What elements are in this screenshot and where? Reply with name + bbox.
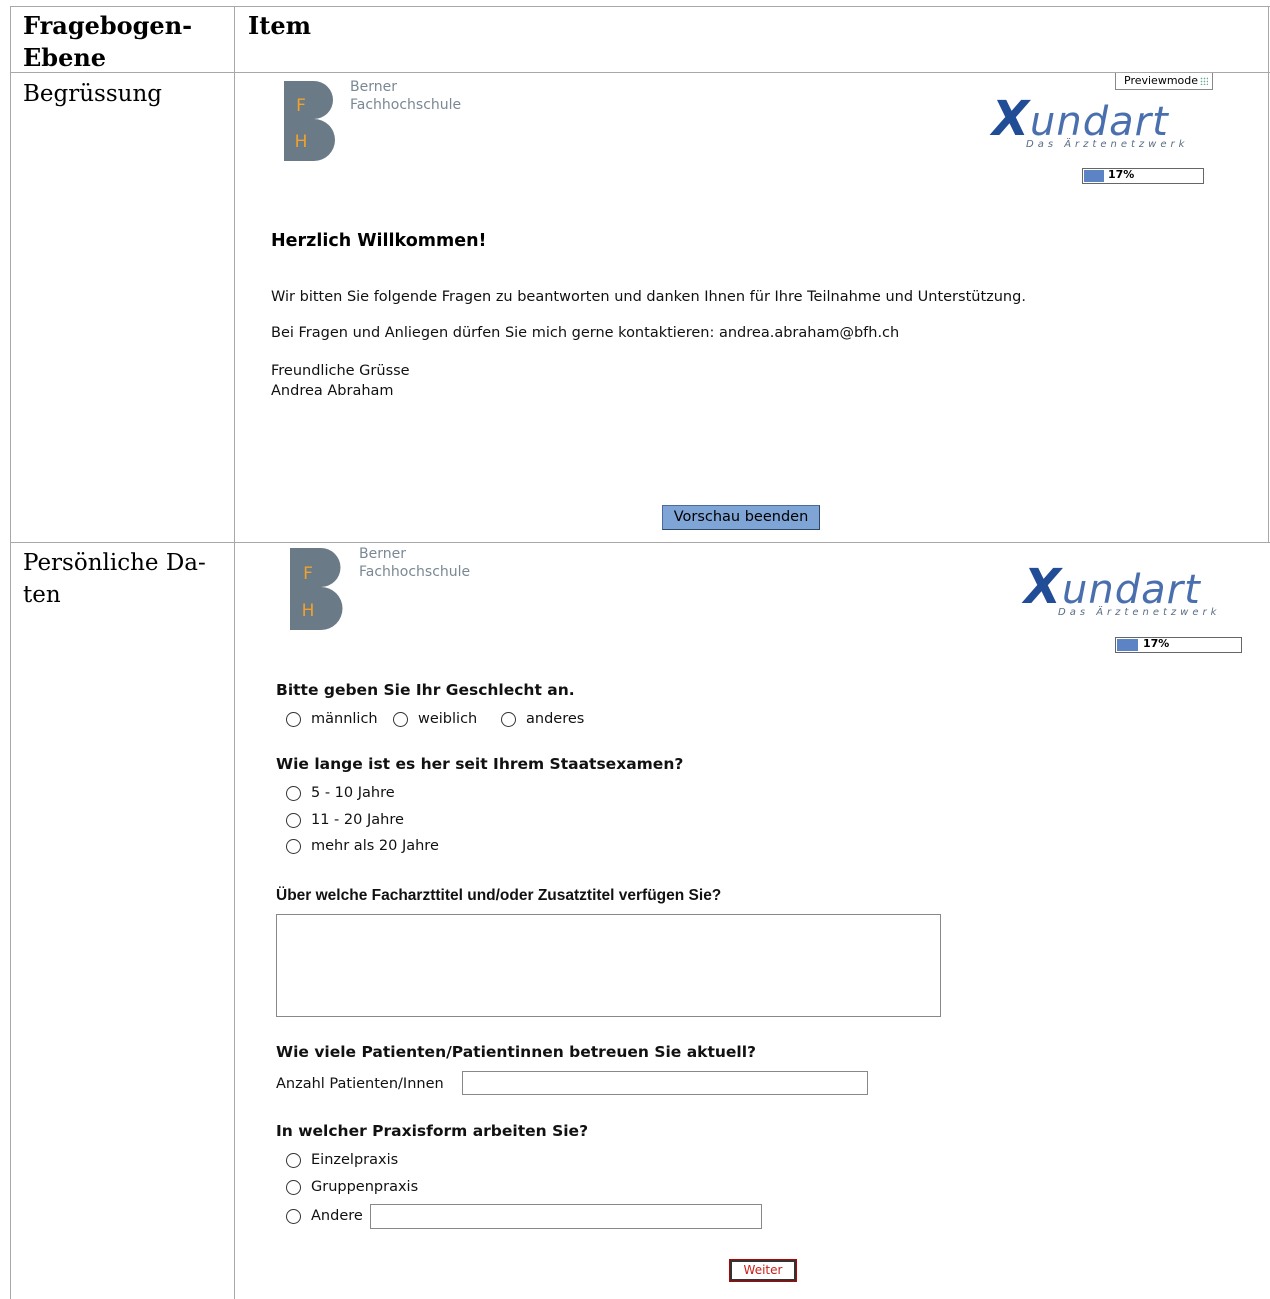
question-titles: Über welche Facharzttitel und/oder Zusat… [276,887,722,904]
welcome-title: Herzlich Willkommen! [271,231,487,251]
option-label: Andere [311,1208,363,1224]
radio-other-practice[interactable] [286,1209,301,1224]
option-label: 11 - 20 Jahre [311,812,404,828]
end-preview-button[interactable]: Vorschau beenden [662,505,820,530]
bfh-logo-text: Berner Fachhochschule [350,79,462,113]
bfh-logo-text: Berner Fachhochschule [359,546,471,580]
header-level: Fragebogen- Ebene [23,11,193,72]
table-left-border [10,6,11,1299]
option-label: Gruppenpraxis [311,1179,419,1195]
svg-text:H: H [295,132,308,152]
welcome-paragraph-2: Bei Fragen und Anliegen dürfen Sie mich … [271,325,900,341]
table-right-border [1268,6,1269,542]
bfh-logo-icon: F H [284,81,335,161]
header-item: Item [248,11,311,40]
question-exam: Wie lange ist es her seit Ihrem Staatsex… [276,755,684,773]
table-row-divider [10,542,1270,543]
row-label-personal: Persönliche Da- ten [23,550,206,608]
welcome-paragraph-1: Wir bitten Sie folgende Fragen zu beantw… [271,289,1026,305]
option-label: 5 - 10 Jahre [311,785,395,801]
welcome-greeting: Freundliche Grüsse [271,363,410,379]
table-top-border [10,6,1270,7]
question-patients: Wie viele Patienten/Patientinnen betreue… [276,1043,757,1061]
table-column-divider [234,6,235,1299]
option-label: männlich [311,711,378,727]
svg-text:H: H [302,601,315,621]
option-label: anderes [526,711,585,727]
option-label: Einzelpraxis [311,1152,399,1168]
svg-text:F: F [303,564,313,584]
patients-input[interactable] [462,1071,868,1095]
radio-male[interactable] [286,712,301,727]
radio-exam-1[interactable] [286,786,301,801]
row-label-welcome: Begrüssung [23,81,162,107]
xundart-logo: Xundart Das Ärztenetzwerk [1024,559,1221,618]
radio-exam-2[interactable] [286,813,301,828]
titles-textarea[interactable] [276,914,941,1017]
preview-mode-badge: Previewmode [1115,73,1214,90]
radio-female[interactable] [393,712,408,727]
welcome-signature: Andrea Abraham [271,383,394,399]
grid-icon [1200,77,1209,85]
xundart-logo: Xundart Das Ärztenetzwerk [992,91,1189,150]
svg-text:F: F [296,96,306,116]
progress-bar: 17% [1115,637,1242,653]
question-gender: Bitte geben Sie Ihr Geschlecht an. [276,681,575,699]
option-label: weiblich [418,711,478,727]
question-practice: In welcher Praxisform arbeiten Sie? [276,1122,589,1140]
option-label: mehr als 20 Jahre [311,838,439,854]
next-button[interactable]: Weiter [729,1259,797,1282]
radio-exam-3[interactable] [286,839,301,854]
radio-single-practice[interactable] [286,1153,301,1168]
patients-field-label: Anzahl Patienten/Innen [276,1076,444,1092]
bfh-logo-icon: F H [290,548,343,630]
practice-other-input[interactable] [370,1204,762,1229]
radio-other[interactable] [501,712,516,727]
progress-bar: 17% [1082,168,1204,184]
radio-group-practice[interactable] [286,1180,301,1195]
